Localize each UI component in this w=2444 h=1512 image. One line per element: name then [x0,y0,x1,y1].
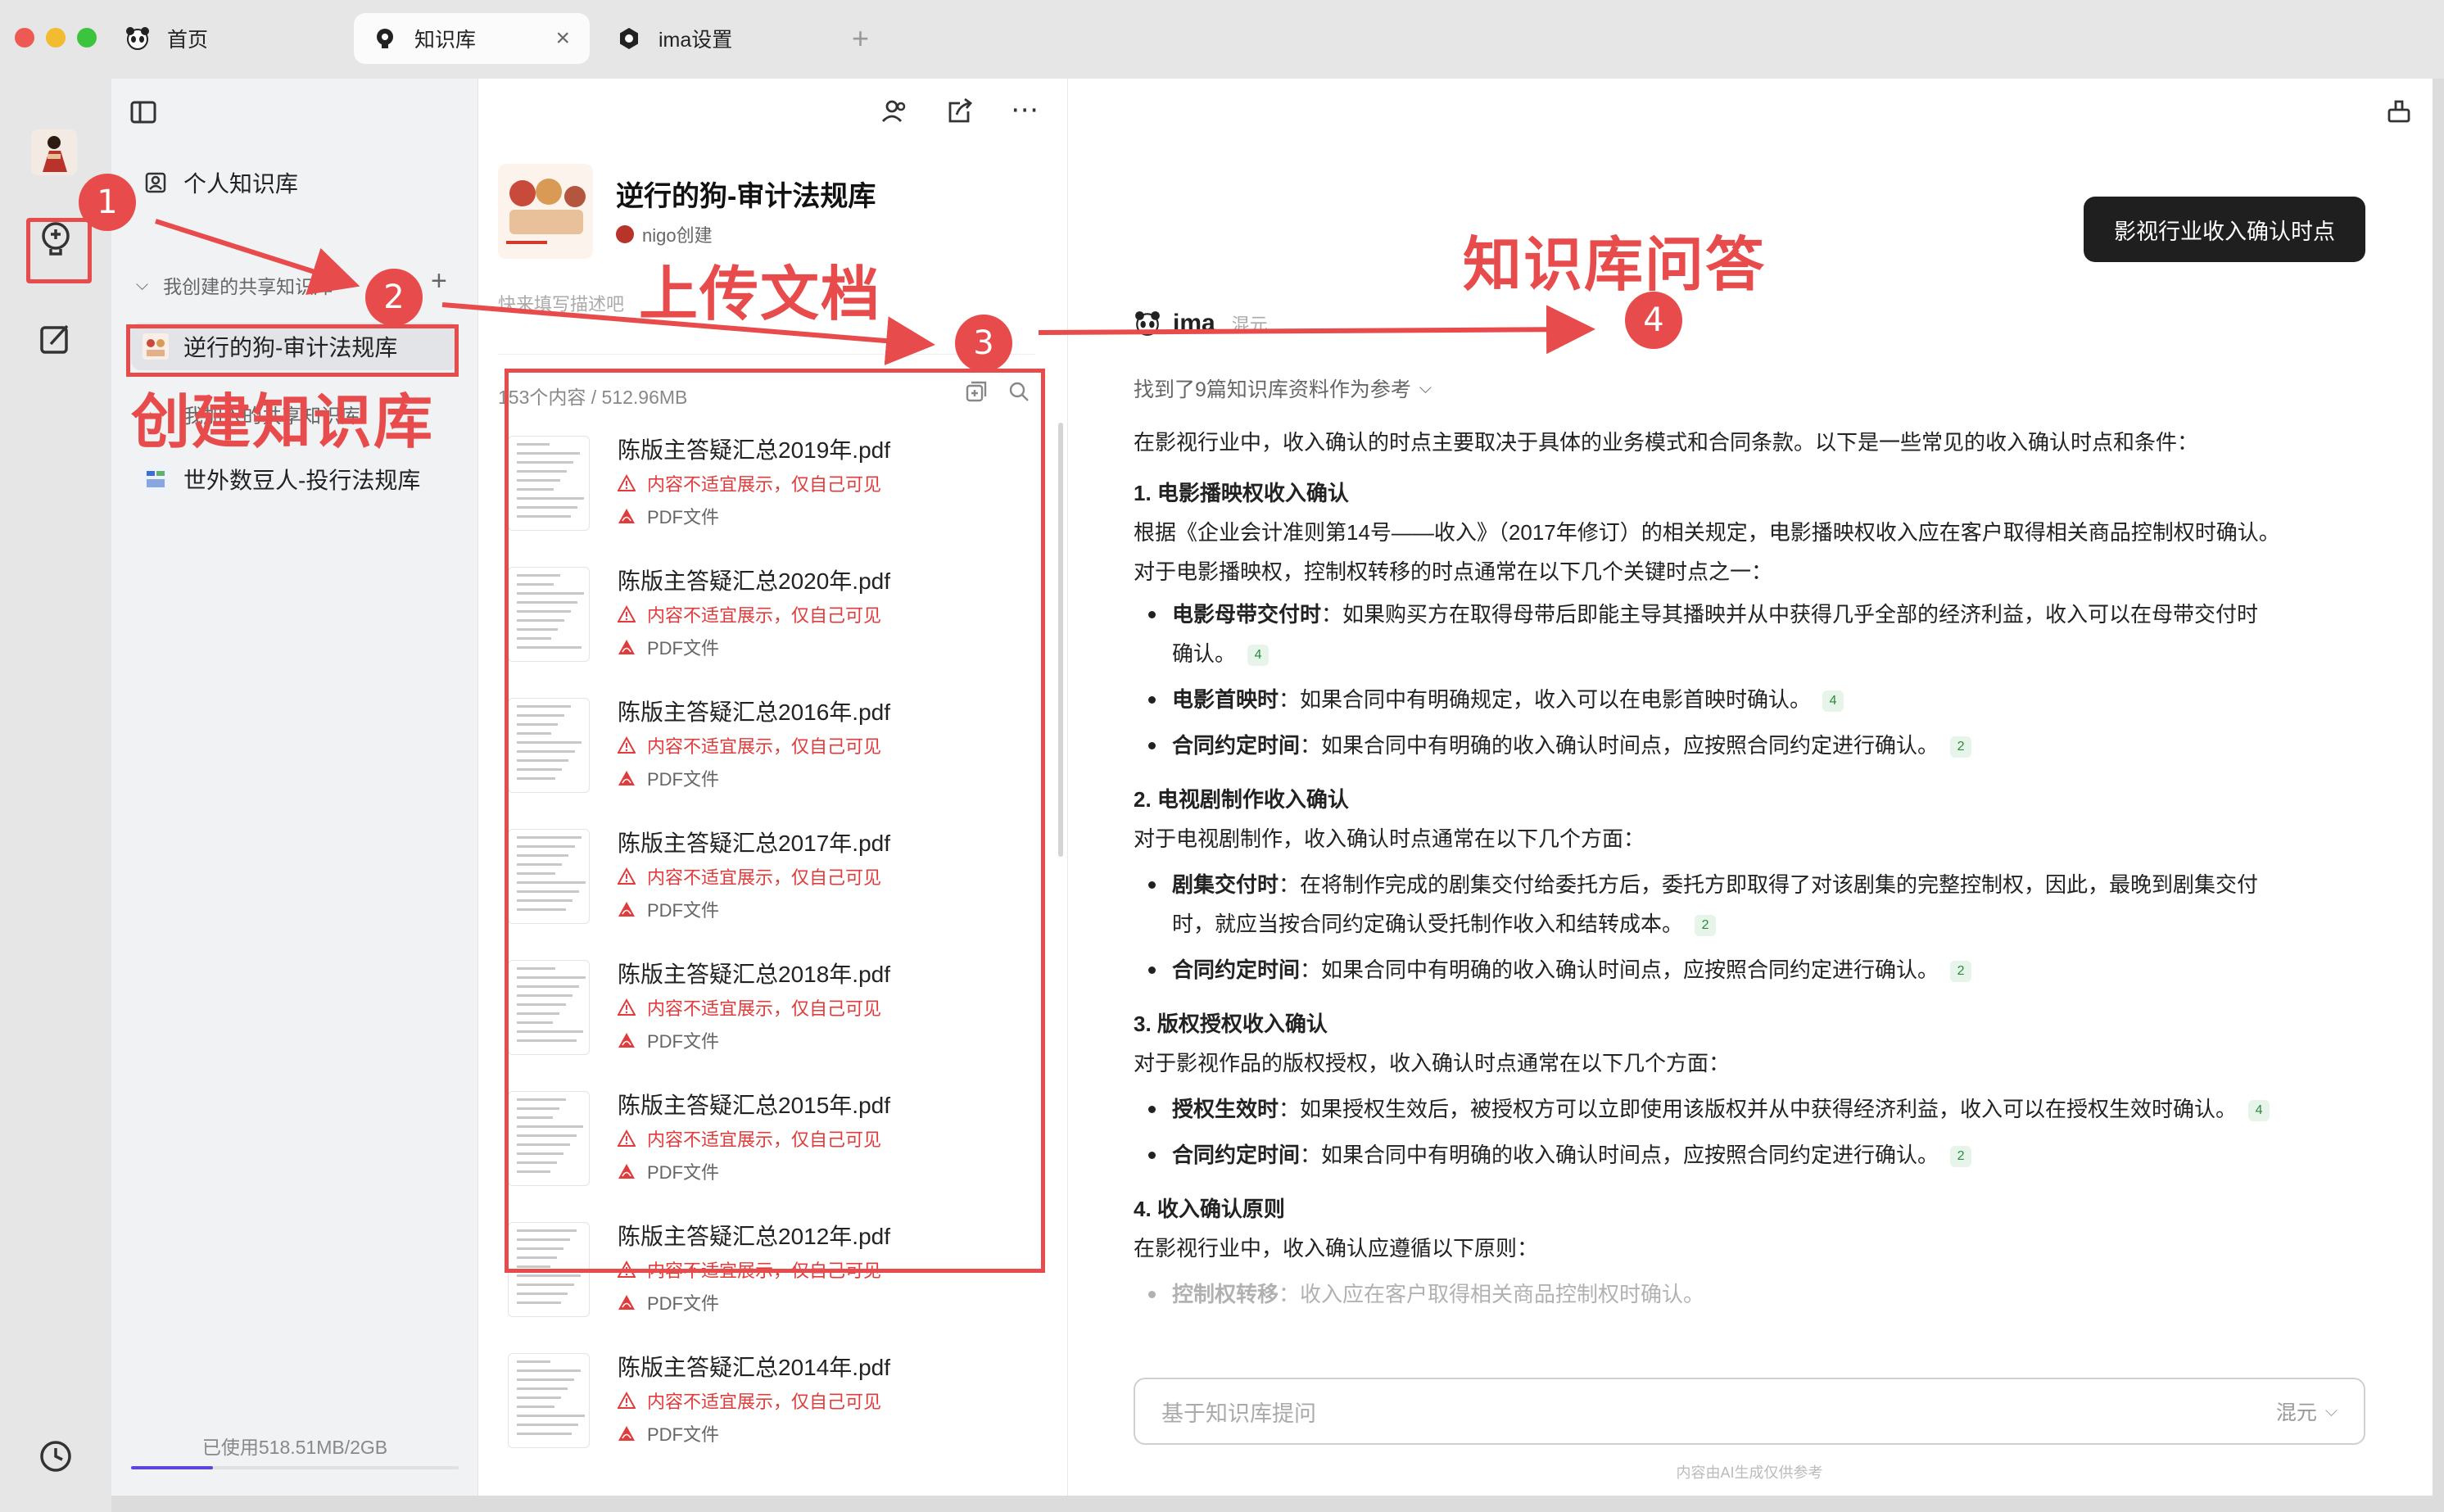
highlight-document-list [505,369,1045,1273]
annotation-arrows [155,219,1595,366]
arrow-3-to-4 [1038,305,1595,355]
step-2-marker: 2 [365,269,423,326]
step-1-marker: 1 [79,174,136,231]
annotation-create-kb: 创建知识库 [131,390,435,455]
annotation-upload-docs: 上传文档 [639,262,882,328]
highlight-kb-nav [26,218,92,283]
arrow-1-to-2 [155,219,360,295]
highlight-new-kb [126,324,459,377]
step-3-marker: 3 [955,315,1012,372]
annotation-kb-qa: 知识库问答 [1463,233,1767,298]
